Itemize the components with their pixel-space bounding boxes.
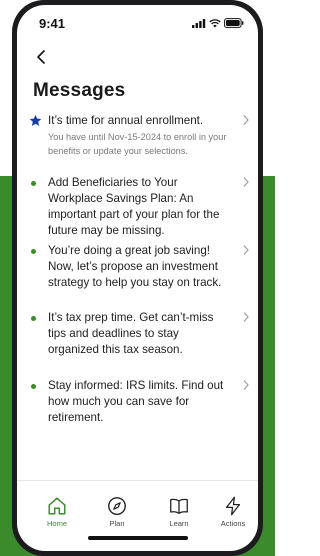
page-title: Messages — [33, 80, 126, 101]
chevron-right-icon — [243, 115, 249, 125]
wifi-icon — [209, 18, 221, 27]
home-icon — [48, 497, 66, 515]
message-text: It’s tax prep time. Get can’t-miss tips … — [48, 311, 214, 356]
bullet-dot — [31, 181, 36, 186]
home-indicator — [88, 536, 188, 540]
message-item[interactable]: Add Beneficiaries to Your Workplace Savi… — [17, 175, 258, 237]
star-icon — [29, 114, 42, 126]
message-item[interactable]: It’s time for annual enrollment. You hav… — [17, 113, 258, 165]
book-icon — [170, 498, 188, 514]
tab-label: Home — [46, 519, 67, 528]
tabbar-divider — [17, 480, 258, 481]
phone-frame: 9:41 Messages It’s time for annual enrol… — [12, 0, 263, 556]
status-time: 9:41 — [39, 16, 66, 31]
message-subtext: You have until Nov-15-2024 to enroll in … — [48, 132, 227, 156]
tab-learn[interactable]: Learn — [149, 495, 209, 528]
tab-home[interactable]: Home — [27, 495, 87, 528]
bullet-dot — [31, 384, 36, 389]
back-button[interactable] — [33, 47, 51, 67]
bullet-dot — [31, 249, 36, 254]
message-item[interactable]: You’re doing a great job saving! Now, le… — [17, 243, 258, 297]
message-text: Add Beneficiaries to Your Workplace Savi… — [48, 176, 220, 237]
battery-icon — [224, 18, 244, 28]
compass-icon — [108, 497, 126, 515]
message-text: Stay informed: IRS limits. Find out how … — [48, 379, 224, 424]
tab-label: Learn — [169, 519, 189, 528]
message-text: You’re doing a great job saving! Now, le… — [48, 244, 222, 289]
chevron-right-icon — [243, 312, 249, 322]
message-item[interactable]: Stay informed: IRS limits. Find out how … — [17, 378, 258, 424]
tab-bar: Home Plan Learn Actions — [17, 495, 258, 535]
lightning-icon — [225, 496, 241, 516]
chevron-right-icon — [243, 380, 249, 390]
bullet-dot — [31, 316, 36, 321]
tab-label: Plan — [109, 519, 125, 528]
chevron-right-icon — [243, 245, 249, 255]
status-bar: 9:41 — [17, 5, 258, 39]
tab-label: Actions — [220, 519, 246, 528]
status-icons — [192, 18, 244, 28]
message-title: It’s time for annual enrollment. — [48, 114, 204, 127]
signal-icon — [192, 18, 206, 28]
tab-plan[interactable]: Plan — [87, 495, 147, 528]
phone-screen: 9:41 Messages It’s time for annual enrol… — [17, 5, 258, 551]
message-item[interactable]: It’s tax prep time. Get can’t-miss tips … — [17, 310, 258, 364]
chevron-right-icon — [243, 177, 249, 187]
tab-actions[interactable]: Actions — [203, 495, 258, 528]
